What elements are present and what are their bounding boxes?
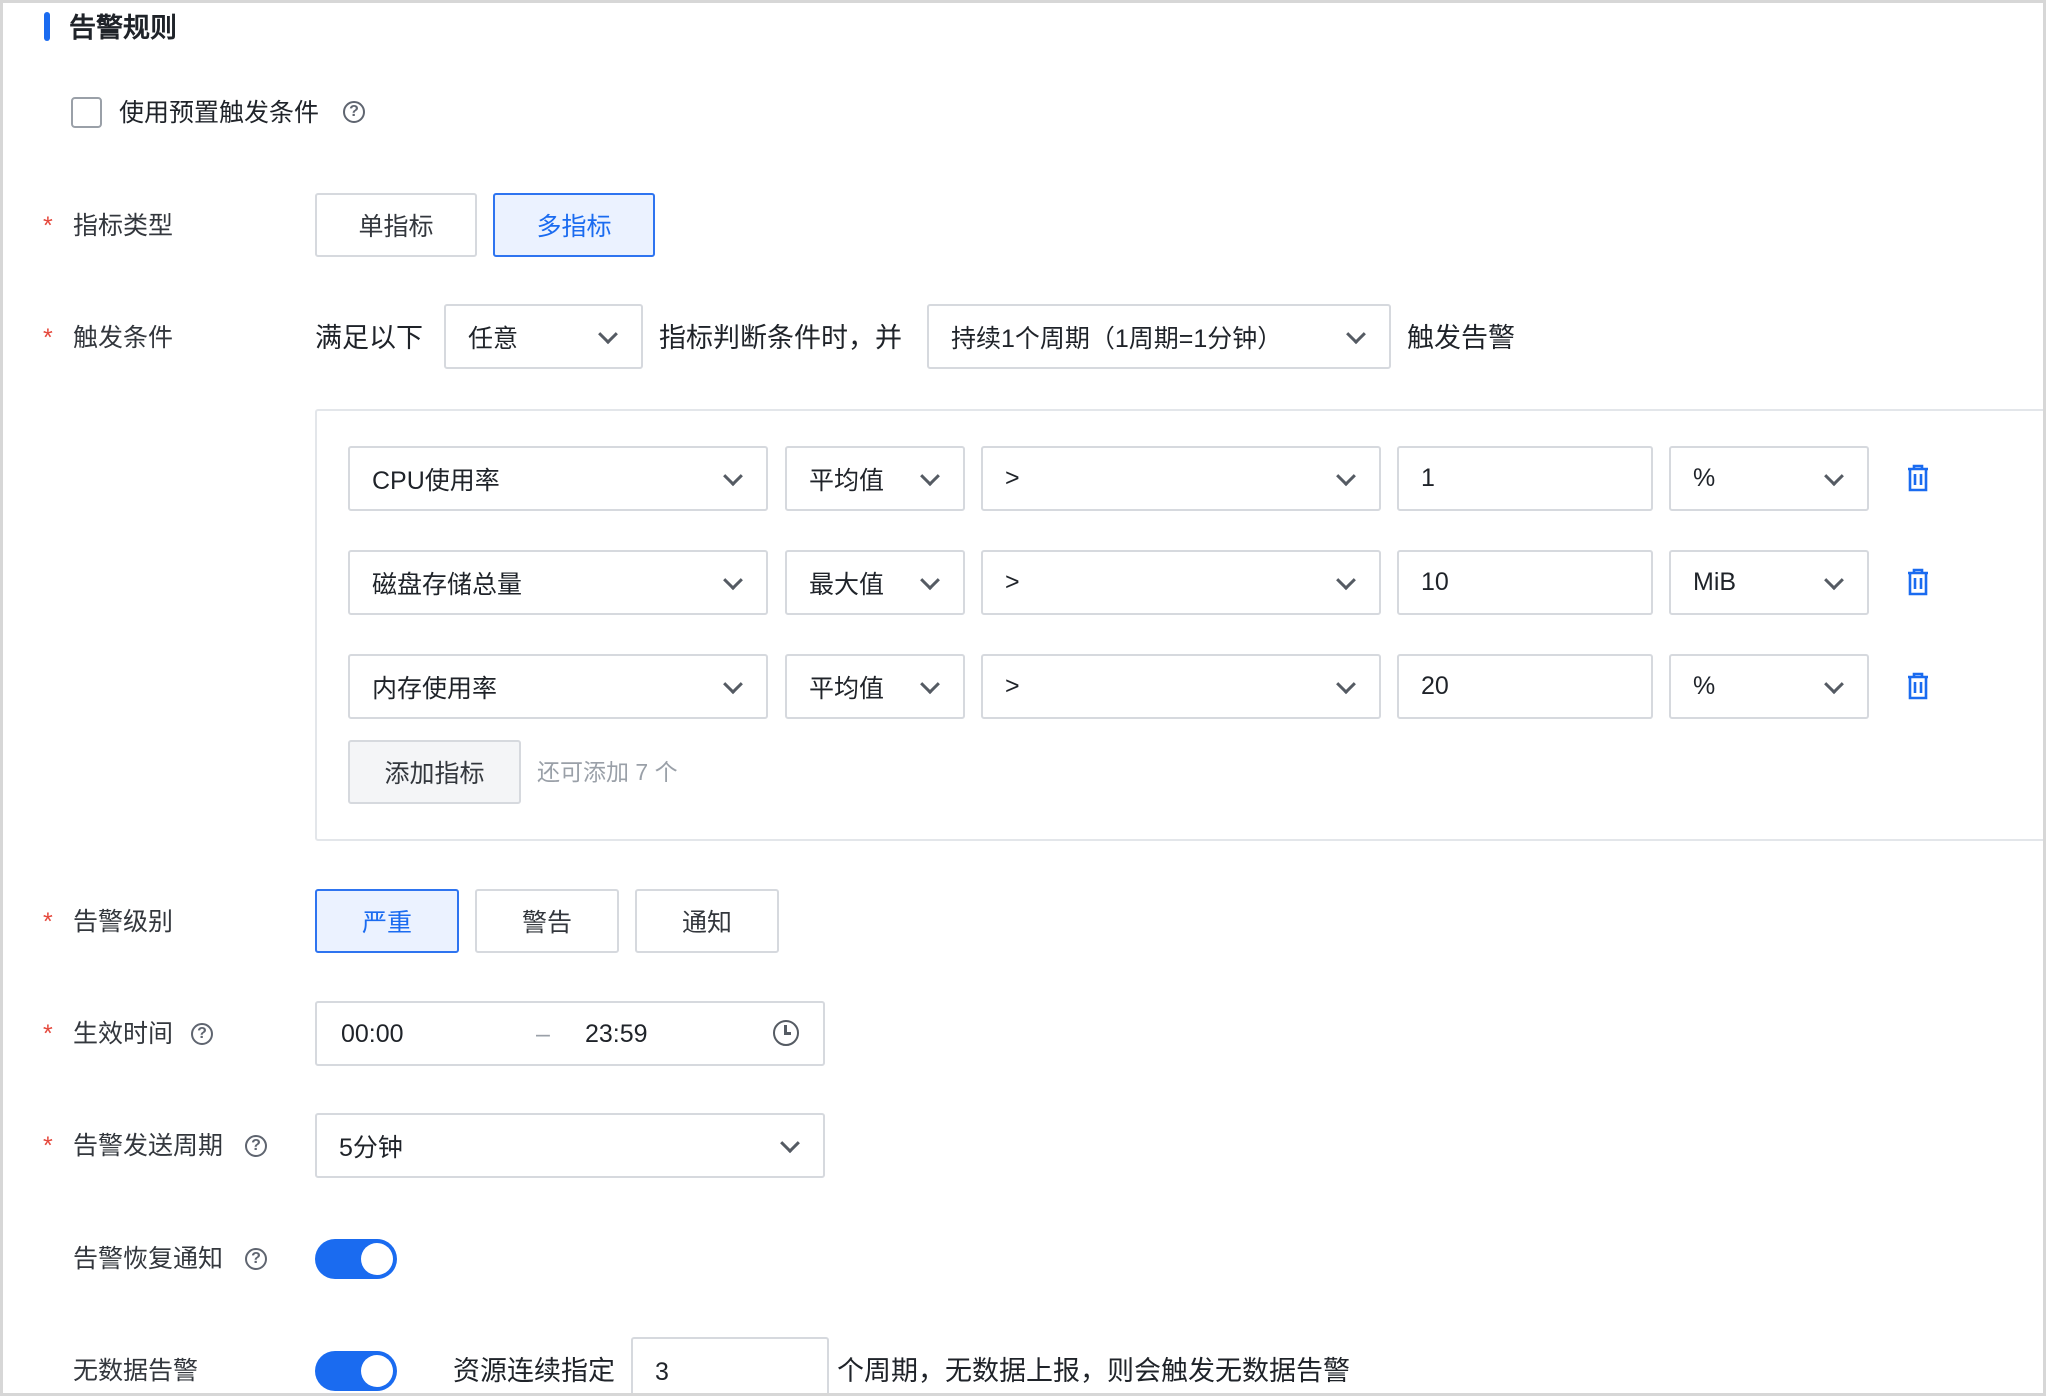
chevron-down-icon [1346,323,1366,344]
help-icon[interactable]: ? [245,1248,267,1270]
chevron-down-icon [780,1132,800,1153]
send-period-select[interactable]: 5分钟 [315,1113,825,1178]
trash-icon[interactable] [1906,672,1930,700]
trigger-match-select[interactable]: 任意 [444,304,643,369]
section-accent-bar [44,12,50,41]
metric-type-single-button[interactable]: 单指标 [315,193,477,257]
chevron-down-icon [1336,569,1356,590]
no-data-toggle[interactable] [315,1351,397,1391]
condition-operator-value: > [1005,568,1020,596]
condition-operator-value: > [1005,464,1020,492]
chevron-down-icon [920,465,940,486]
condition-unit-select[interactable]: % [1669,446,1869,511]
trash-icon[interactable] [1906,568,1930,596]
help-icon[interactable]: ? [343,101,365,123]
condition-operator-select[interactable]: > [981,654,1381,719]
condition-metric-select[interactable]: CPU使用率 [348,446,768,511]
condition-operator-select[interactable]: > [981,550,1381,615]
no-data-period-value: 3 [655,1357,669,1386]
chevron-down-icon [723,465,743,486]
condition-operator-select[interactable]: > [981,446,1381,511]
required-mark: * [43,1132,53,1160]
chevron-down-icon [1336,673,1356,694]
no-data-period-input[interactable]: 3 [631,1337,829,1393]
no-data-suffix: 个周期，无数据上报，则会触发无数据告警 [837,1356,1350,1386]
trigger-match-value: 任意 [468,324,519,353]
alarm-level-critical-button[interactable]: 严重 [315,889,459,953]
condition-unit-value: % [1693,672,1716,700]
required-mark: * [43,324,53,352]
condition-operator-value: > [1005,672,1020,700]
chevron-down-icon [723,673,743,694]
condition-threshold-value: 10 [1421,568,1449,596]
effective-time-end[interactable]: 23:59 [585,1014,648,1054]
effective-time-start[interactable]: 00:00 [341,1014,404,1054]
chevron-down-icon [1824,465,1844,486]
condition-metric-value: 磁盘存储总量 [372,570,523,599]
trigger-suffix: 触发告警 [1407,323,1515,353]
condition-metric-select[interactable]: 磁盘存储总量 [348,550,768,615]
condition-metric-select[interactable]: 内存使用率 [348,654,768,719]
clock-icon [773,1020,799,1046]
metric-type-multi-button[interactable]: 多指标 [493,193,655,257]
chevron-down-icon [920,569,940,590]
alarm-level-warning-button[interactable]: 警告 [475,889,619,953]
required-mark: * [43,908,53,936]
condition-threshold-input[interactable]: 20 [1397,654,1653,719]
condition-threshold-input[interactable]: 10 [1397,550,1653,615]
trigger-label: 触发条件 [73,324,174,352]
condition-unit-value: MiB [1693,568,1737,596]
section-title: 告警规则 [69,13,177,43]
recovery-notice-toggle[interactable] [315,1239,397,1279]
required-mark: * [43,212,53,240]
help-icon[interactable]: ? [245,1135,267,1157]
alarm-level-label: 告警级别 [73,908,174,936]
send-period-value: 5分钟 [339,1133,403,1162]
no-data-label: 无数据告警 [73,1357,199,1385]
chevron-down-icon [1824,569,1844,590]
trigger-duration-select[interactable]: 持续1个周期（1周期=1分钟） [927,304,1391,369]
trigger-prefix: 满足以下 [315,323,423,353]
condition-metric-value: CPU使用率 [372,466,500,495]
toggle-knob [361,1355,393,1387]
add-metric-button[interactable]: 添加指标 [348,740,521,804]
condition-unit-select[interactable]: % [1669,654,1869,719]
condition-unit-value: % [1693,464,1716,492]
condition-stat-select[interactable]: 最大值 [785,550,965,615]
condition-stat-value: 最大值 [809,570,885,599]
no-data-prefix: 资源连续指定 [453,1356,615,1386]
condition-metric-value: 内存使用率 [372,674,498,703]
preset-label: 使用预置触发条件 [119,99,320,127]
preset-checkbox[interactable] [71,97,102,128]
condition-threshold-value: 20 [1421,672,1449,700]
trigger-duration-value: 持续1个周期（1周期=1分钟） [951,324,1283,353]
chevron-down-icon [920,673,940,694]
send-period-label: 告警发送周期 [73,1132,224,1160]
alarm-level-notice-button[interactable]: 通知 [635,889,779,953]
condition-stat-value: 平均值 [809,674,885,703]
chevron-down-icon [1336,465,1356,486]
metric-type-label: 指标类型 [73,212,174,240]
chevron-down-icon [598,323,618,344]
toggle-knob [361,1243,393,1275]
condition-threshold-value: 1 [1421,464,1435,492]
condition-stat-select[interactable]: 平均值 [785,654,965,719]
add-metric-hint: 还可添加 7 个 [537,759,678,785]
chevron-down-icon [1824,673,1844,694]
trigger-middle: 指标判断条件时，并 [659,323,902,353]
recovery-notice-label: 告警恢复通知 [73,1245,224,1273]
chevron-down-icon [723,569,743,590]
effective-time-label: 生效时间 [73,1020,174,1048]
required-mark: * [43,1020,53,1048]
condition-stat-value: 平均值 [809,466,885,495]
help-icon[interactable]: ? [191,1023,213,1045]
condition-threshold-input[interactable]: 1 [1397,446,1653,511]
condition-stat-select[interactable]: 平均值 [785,446,965,511]
alarm-rule-form: 告警规则 使用预置触发条件 ? * 指标类型 单指标 多指标 * 触发条件 满足… [0,0,2046,1396]
trash-icon[interactable] [1906,464,1930,492]
effective-time-separator: – [536,1020,550,1048]
condition-unit-select[interactable]: MiB [1669,550,1869,615]
